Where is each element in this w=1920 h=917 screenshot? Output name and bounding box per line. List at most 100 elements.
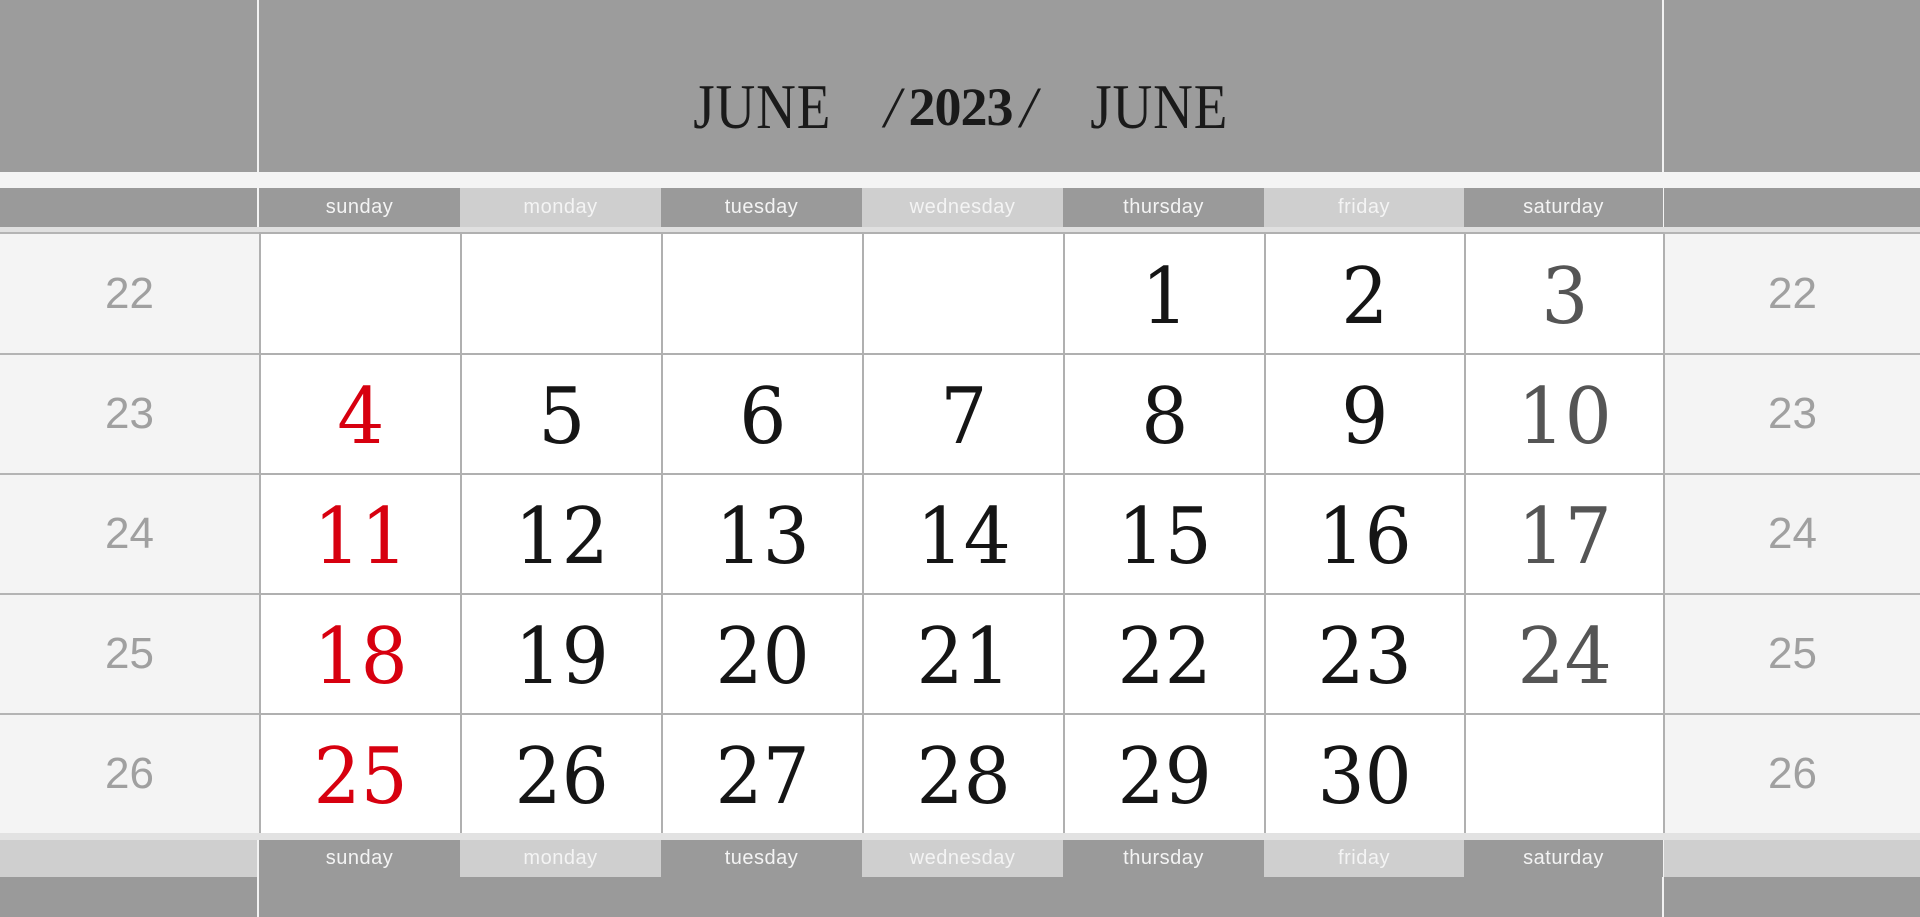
day-cell[interactable]: 21 bbox=[862, 593, 1063, 713]
week-number-right: 25 bbox=[1663, 593, 1920, 713]
weekday-side-left bbox=[0, 840, 257, 877]
calendar-title: JUNE / 2023 / JUNE bbox=[258, 62, 1663, 152]
day-number: 6 bbox=[738, 372, 787, 462]
day-number: 7 bbox=[939, 372, 988, 462]
day-number: 25 bbox=[313, 732, 408, 822]
weekday-label-saturday: saturday bbox=[1464, 840, 1663, 877]
day-number: 12 bbox=[514, 492, 609, 582]
header-band: JUNE / 2023 / JUNE bbox=[0, 0, 1920, 172]
weekday-label-monday: monday bbox=[460, 840, 661, 877]
day-cell[interactable]: 30 bbox=[1264, 713, 1464, 833]
day-number: 23 bbox=[1317, 612, 1413, 702]
day-number: 24 bbox=[1517, 612, 1612, 702]
title-month-left: JUNE bbox=[693, 71, 832, 142]
divider bbox=[0, 833, 1920, 840]
week-number-left: 22 bbox=[0, 232, 259, 353]
day-number: 13 bbox=[715, 492, 810, 582]
day-cell[interactable]: 28 bbox=[862, 713, 1063, 833]
day-number: 18 bbox=[313, 612, 408, 702]
day-cell[interactable]: 20 bbox=[661, 593, 862, 713]
day-cell[interactable]: 4 bbox=[259, 353, 460, 473]
weekday-label-thursday: thursday bbox=[1063, 188, 1264, 227]
empty-day-cell[interactable] bbox=[661, 232, 862, 353]
day-cell[interactable]: 22 bbox=[1063, 593, 1264, 713]
day-cell[interactable]: 23 bbox=[1264, 593, 1464, 713]
day-number: 8 bbox=[1140, 372, 1189, 462]
day-cell[interactable]: 29 bbox=[1063, 713, 1264, 833]
day-cell[interactable]: 26 bbox=[460, 713, 661, 833]
day-cell[interactable]: 10 bbox=[1464, 353, 1663, 473]
day-cell[interactable]: 6 bbox=[661, 353, 862, 473]
calendar-grid: 22 22 1 2 3 23 23 4 5 6 7 8 9 10 24 24 11 12 13 14 15 16 17 25 2… bbox=[0, 232, 1920, 833]
day-cell[interactable]: 7 bbox=[862, 353, 1063, 473]
week-number-left: 23 bbox=[0, 353, 259, 473]
day-cell[interactable]: 5 bbox=[460, 353, 661, 473]
day-number: 27 bbox=[715, 732, 810, 822]
day-number: 26 bbox=[514, 732, 609, 822]
day-number: 4 bbox=[336, 372, 385, 462]
week-number-right: 26 bbox=[1663, 713, 1920, 833]
day-number: 30 bbox=[1317, 732, 1413, 822]
weekday-label-sunday: sunday bbox=[259, 188, 460, 227]
weekday-label-sunday: sunday bbox=[259, 840, 460, 877]
weekday-side-left bbox=[0, 188, 257, 227]
day-number: 16 bbox=[1317, 492, 1413, 582]
weekday-label-friday: friday bbox=[1264, 188, 1464, 227]
day-cell[interactable]: 25 bbox=[259, 713, 460, 833]
weekday-header-bottom: sunday monday tuesday wednesday thursday frid… bbox=[0, 840, 1920, 877]
weekday-side-right bbox=[1664, 840, 1920, 877]
day-number: 15 bbox=[1117, 492, 1212, 582]
day-number: 10 bbox=[1517, 372, 1612, 462]
day-cell[interactable]: 9 bbox=[1264, 353, 1464, 473]
day-number: 19 bbox=[514, 612, 609, 702]
weekday-side-right bbox=[1664, 188, 1920, 227]
day-cell[interactable]: 3 bbox=[1464, 232, 1663, 353]
weekday-label-friday: friday bbox=[1264, 840, 1464, 877]
weekday-label-monday: monday bbox=[460, 188, 661, 227]
weekday-label-thursday: thursday bbox=[1063, 840, 1264, 877]
day-number: 1 bbox=[1140, 251, 1189, 342]
day-number: 14 bbox=[916, 492, 1011, 582]
week-number-left: 26 bbox=[0, 713, 259, 833]
day-number: 5 bbox=[537, 372, 586, 462]
day-cell[interactable]: 19 bbox=[460, 593, 661, 713]
title-separator-right: / bbox=[1020, 74, 1037, 140]
week-number-right: 24 bbox=[1663, 473, 1920, 593]
day-cell[interactable]: 1 bbox=[1063, 232, 1264, 353]
empty-day-cell[interactable] bbox=[862, 232, 1063, 353]
day-cell[interactable]: 18 bbox=[259, 593, 460, 713]
title-year: 2023 bbox=[908, 77, 1014, 137]
day-number: 2 bbox=[1341, 251, 1389, 342]
week-number-left: 25 bbox=[0, 593, 259, 713]
day-cell[interactable]: 14 bbox=[862, 473, 1063, 593]
day-number: 22 bbox=[1117, 612, 1212, 702]
week-number-right: 22 bbox=[1663, 232, 1920, 353]
day-cell[interactable]: 16 bbox=[1264, 473, 1464, 593]
day-cell[interactable]: 24 bbox=[1464, 593, 1663, 713]
day-cell[interactable]: 8 bbox=[1063, 353, 1264, 473]
title-month-right: JUNE bbox=[1089, 71, 1228, 142]
day-number: 17 bbox=[1517, 492, 1612, 582]
day-cell[interactable]: 13 bbox=[661, 473, 862, 593]
weekday-header-top: sunday monday tuesday wednesday thursday frid… bbox=[0, 188, 1920, 227]
day-number: 29 bbox=[1117, 732, 1212, 822]
weekday-label-tuesday: tuesday bbox=[661, 840, 862, 877]
day-number: 9 bbox=[1341, 372, 1389, 462]
week-number-left: 24 bbox=[0, 473, 259, 593]
empty-day-cell[interactable] bbox=[259, 232, 460, 353]
week-number-right: 23 bbox=[1663, 353, 1920, 473]
empty-day-cell[interactable] bbox=[1464, 713, 1663, 833]
day-number: 11 bbox=[313, 492, 408, 582]
day-cell[interactable]: 17 bbox=[1464, 473, 1663, 593]
weekday-label-wednesday: wednesday bbox=[862, 188, 1063, 227]
day-cell[interactable]: 11 bbox=[259, 473, 460, 593]
day-cell[interactable]: 12 bbox=[460, 473, 661, 593]
empty-day-cell[interactable] bbox=[460, 232, 661, 353]
day-cell[interactable]: 27 bbox=[661, 713, 862, 833]
day-cell[interactable]: 15 bbox=[1063, 473, 1264, 593]
weekday-label-wednesday: wednesday bbox=[862, 840, 1063, 877]
day-number: 21 bbox=[916, 612, 1011, 702]
title-separator-left: / bbox=[884, 74, 901, 140]
weekday-label-tuesday: tuesday bbox=[661, 188, 862, 227]
day-cell[interactable]: 2 bbox=[1264, 232, 1464, 353]
